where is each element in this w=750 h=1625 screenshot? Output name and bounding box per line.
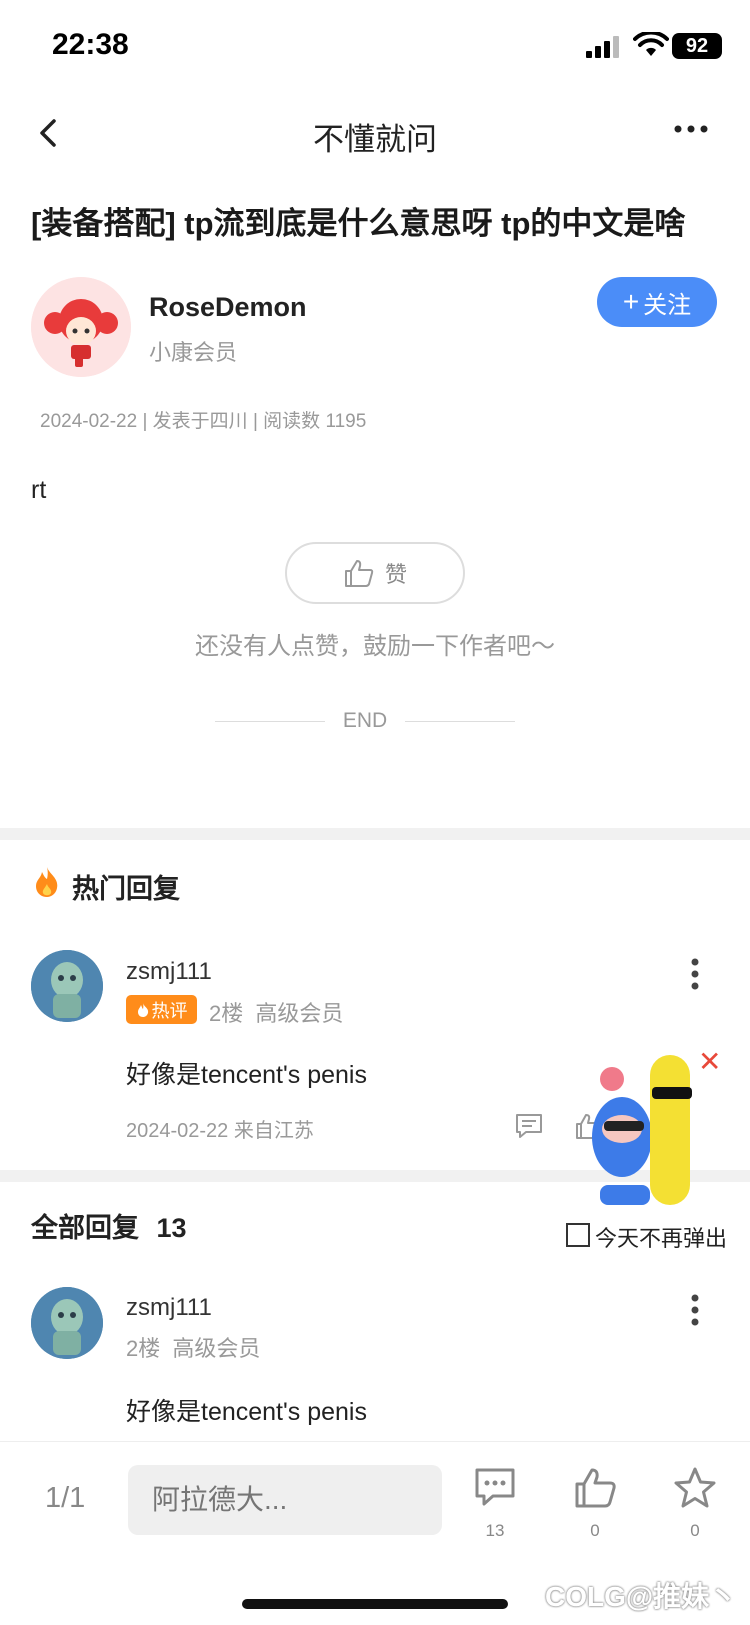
hot-replies-title: 热门回复 (72, 874, 180, 904)
dont-show-label[interactable]: 今天不再弹出 (595, 1221, 727, 1253)
section-divider (0, 828, 750, 840)
all-replies-title: 全部回复 (31, 1213, 139, 1243)
reply-input[interactable] (128, 1465, 442, 1535)
post-body: rt (31, 476, 47, 504)
comment-floor: 2楼 (126, 1336, 161, 1361)
comment-floor: 2楼 (209, 1001, 244, 1026)
author-name[interactable]: RoseDemon (149, 292, 307, 323)
commenter-name[interactable]: zsmj111 (126, 1294, 212, 1322)
plus-icon: + (622, 286, 640, 317)
thumbs-up-icon (344, 560, 374, 587)
popup-close-icon[interactable]: ✕ (698, 1045, 721, 1078)
mascot-popup-image[interactable] (586, 1045, 716, 1210)
end-label: END (342, 709, 388, 732)
like-count: 0 (590, 1521, 600, 1540)
wifi-icon (633, 32, 669, 56)
favorite-count: 0 (690, 1521, 700, 1540)
nav-title: 不懂就问 (313, 122, 437, 157)
more-options-icon[interactable] (673, 124, 709, 134)
author-avatar[interactable] (31, 277, 131, 377)
dont-show-checkbox[interactable] (566, 1223, 590, 1247)
post-title: [装备搭配] tp流到底是什么意思呀 tp的中文是啥 (31, 206, 686, 241)
fire-icon (36, 867, 58, 897)
all-replies-header: 全部回复 13 (31, 1206, 187, 1245)
comment-more-icon[interactable] (690, 1294, 700, 1326)
end-marker: END (215, 706, 515, 736)
page-indicator[interactable]: 1/1 (45, 1482, 85, 1515)
comment-floor-level: 2楼 高级会员 (126, 1331, 260, 1363)
home-indicator[interactable] (242, 1599, 508, 1609)
comment-more-icon[interactable] (690, 958, 700, 990)
comment-text: 好像是tencent's penis (126, 1061, 367, 1089)
like-post-button[interactable]: 赞 (285, 542, 465, 604)
hot-comment-badge: 热评 (126, 995, 197, 1024)
commenter-level: 高级会员 (255, 1001, 344, 1026)
author-level: 小康会员 (149, 340, 238, 365)
comment-date: 2024-02-22 来自江苏 (126, 1120, 314, 1142)
commenter-avatar[interactable] (31, 1287, 103, 1359)
like-hint: 还没有人点赞，鼓励一下作者吧～ (195, 633, 555, 660)
end-line-left (215, 720, 325, 722)
fire-icon (137, 1002, 148, 1017)
commenter-level: 高级会员 (172, 1336, 261, 1361)
follow-label: 关注 (643, 291, 692, 319)
favorite-star-icon[interactable] (673, 1466, 717, 1510)
battery-indicator: 92 (672, 33, 722, 59)
follow-button[interactable]: + 关注 (597, 277, 717, 327)
comment-count: 13 (485, 1521, 505, 1540)
all-replies-count: 13 (156, 1213, 187, 1243)
like-icon[interactable] (573, 1466, 617, 1510)
commenter-avatar[interactable] (31, 950, 103, 1022)
watermark: COLG@推妹丶 (545, 1581, 738, 1612)
signal-icon (586, 36, 619, 58)
avatar-illustration (31, 1287, 103, 1359)
avatar-illustration (31, 950, 103, 1022)
comments-icon[interactable] (473, 1466, 517, 1510)
reply-comment-icon[interactable] (514, 1112, 544, 1140)
status-time: 22:38 (52, 28, 129, 61)
commenter-name[interactable]: zsmj111 (126, 958, 212, 986)
end-line-right (405, 720, 515, 722)
hot-badge-label: 热评 (151, 1000, 188, 1021)
comment-floor-level: 2楼 高级会员 (209, 996, 343, 1028)
post-meta: 2024-02-22 | 发表于四川 | 阅读数 1195 (40, 411, 367, 432)
avatar-illustration (31, 277, 131, 377)
like-label: 赞 (384, 562, 407, 587)
comment-text: 好像是tencent's penis (126, 1398, 367, 1426)
